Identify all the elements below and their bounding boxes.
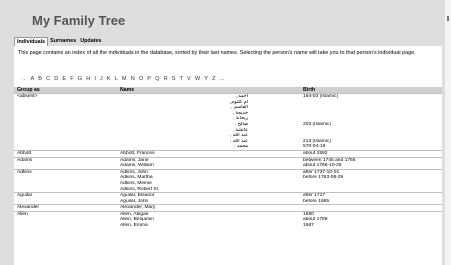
- table-row: <absent> أحمد , أم كلثوم , القاسم , خديجة ,ر…: [14, 93, 442, 151]
- table-row: Abbott Abbott, Frances about 1592: [14, 149, 442, 158]
- group-cell[interactable]: Allen: [14, 210, 117, 229]
- birth-date: [303, 205, 439, 211]
- alphabet-link-v[interactable]: V: [187, 76, 191, 82]
- alphabet-link-l[interactable]: L: [115, 76, 118, 82]
- individuals-table: Group as Name Birth <absent> أحمد , أم كلث…: [14, 87, 442, 229]
- table-row: Aguilar Aguilar, Eleanor Aguilar, John afte…: [14, 192, 442, 205]
- person-name-link[interactable]: Allen, Emma: [120, 223, 297, 229]
- alphabet-link-q[interactable]: Q: [155, 76, 159, 82]
- side-panel-mark: [447, 16, 449, 21]
- birth-cell: between 1745 and 1755 about 1766-10-26: [300, 156, 442, 170]
- alphabet-link-r[interactable]: R: [164, 76, 168, 82]
- person-name-link[interactable]: Alexander, Mary: [120, 205, 297, 211]
- birth-cell: after 1737-10-01 before 1763-06-29: [300, 168, 442, 193]
- birth-cell: 1690 about 1789 1667: [300, 210, 442, 229]
- alphabet-link-n[interactable]: N: [131, 76, 135, 82]
- alphabet-link-w[interactable]: W: [195, 76, 200, 82]
- name-cell: Aguilar, Eleanor Aguilar, John: [117, 192, 300, 205]
- alphabet-ellipsis-end: ...: [219, 76, 225, 82]
- content-panel: This page contains an index of all the i…: [14, 46, 442, 265]
- alphabet-link-g[interactable]: G: [78, 76, 82, 82]
- birth-date: 570-04-19: [303, 144, 326, 150]
- name-cell: أحمد , أم كلثوم , القاسم , خديجة , ريحانة ,ص…: [117, 93, 300, 151]
- alphabet-link-i[interactable]: I: [94, 76, 96, 82]
- nav-surnames[interactable]: Surnames: [48, 37, 78, 46]
- alphabet-link-j[interactable]: J: [100, 76, 103, 82]
- group-cell[interactable]: Adkins: [14, 168, 117, 193]
- alphabet-link-h[interactable]: H: [86, 76, 90, 82]
- name-cell: Adkins, John Adkins, Martha Adkins, Minnie…: [117, 168, 300, 193]
- birth-cell: 164-03 (Islamic) 203 (Islamic) 213 (Islami…: [300, 93, 442, 151]
- birth-date: about 1592: [303, 150, 328, 156]
- nav-individuals[interactable]: Individuals: [14, 37, 49, 46]
- alphabet-link-s[interactable]: S: [172, 76, 176, 82]
- alphabet-link-k[interactable]: K: [107, 76, 111, 82]
- nav-updates[interactable]: Updates: [78, 37, 103, 46]
- intro-text: This page contains an index of all the i…: [18, 50, 416, 56]
- birth-date: before 1665: [303, 198, 330, 204]
- birth-date: 1667: [303, 223, 314, 229]
- person-name-link[interactable]: Adams, William: [120, 163, 297, 169]
- alphabet-link-a[interactable]: A: [30, 76, 34, 82]
- table-row: Alexander Alexander, Mary: [14, 204, 442, 212]
- group-cell[interactable]: Adams: [14, 156, 117, 170]
- table-row: Adkins Adkins, John Adkins, Martha Adkins, …: [14, 168, 442, 193]
- table-row: Adams Adams, Jane Adams, William between 17…: [14, 156, 442, 170]
- group-cell[interactable]: Aguilar: [14, 192, 117, 205]
- alphabet-link-m[interactable]: M: [122, 76, 127, 82]
- person-name-link[interactable]: Adkins, Robert Sr.: [120, 187, 297, 193]
- group-cell[interactable]: Alexander: [14, 204, 117, 212]
- alphabet-link-t[interactable]: T: [180, 76, 183, 82]
- alphabet-link-p[interactable]: P: [147, 76, 151, 82]
- name-cell: Adams, Jane Adams, William: [117, 156, 300, 170]
- alphabet-link-b[interactable]: B: [38, 76, 42, 82]
- alphabet-link-d[interactable]: D: [54, 76, 58, 82]
- site-title: My Family Tree: [32, 13, 126, 28]
- birth-date: about 1766-10-26: [303, 163, 342, 169]
- person-name-link[interactable]: Abbott, Frances: [120, 151, 297, 157]
- alphabet-link-y[interactable]: Y: [204, 76, 208, 82]
- main-navigation: Individuals Surnames Updates: [14, 37, 104, 46]
- group-cell[interactable]: <absent>: [14, 93, 117, 151]
- alphabet-navigation: .. A B C D E F G H I J K L M N O P Q R S T V W Y Z...: [22, 76, 228, 82]
- birth-cell: [300, 204, 442, 212]
- group-cell[interactable]: Abbott: [14, 149, 117, 158]
- alphabet-link-c[interactable]: C: [46, 76, 50, 82]
- table-row: Allen Allen, Abigail Allen, Benjamin Allen,…: [14, 210, 442, 229]
- table-body: <absent> أحمد , أم كلثوم , القاسم , خديجة ,ر…: [14, 93, 442, 229]
- side-panel-edge: [445, 0, 451, 265]
- alphabet-link-f[interactable]: F: [70, 76, 73, 82]
- name-cell: Alexander, Mary: [117, 204, 300, 212]
- alphabet-link-o[interactable]: O: [139, 76, 143, 82]
- alphabet-link-e[interactable]: E: [62, 76, 66, 82]
- name-cell: Abbott, Frances: [117, 149, 300, 158]
- person-name-link[interactable]: محمد ,: [120, 144, 248, 150]
- name-cell: Allen, Abigail Allen, Benjamin Allen, Emma: [117, 210, 300, 229]
- birth-date: [303, 187, 439, 193]
- alphabet-ellipsis: ..: [22, 76, 26, 82]
- birth-cell: about 1592: [300, 149, 442, 158]
- person-name-link[interactable]: Aguilar, John: [120, 199, 297, 205]
- birth-cell: after 1717 before 1665: [300, 192, 442, 205]
- alphabet-link-z[interactable]: Z: [212, 76, 215, 82]
